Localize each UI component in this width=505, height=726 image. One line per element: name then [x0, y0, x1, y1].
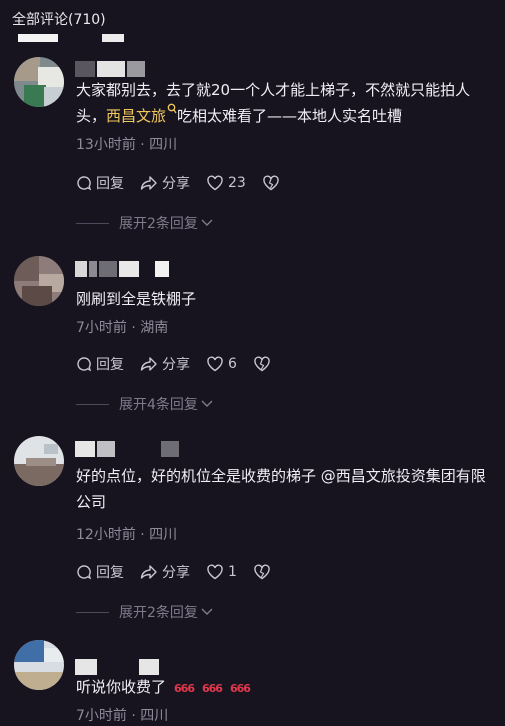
mention-link[interactable]: 西昌文旅: [106, 103, 177, 125]
share-icon: [140, 565, 157, 579]
avatar[interactable]: [14, 57, 64, 107]
dislike-button[interactable]: [262, 175, 284, 191]
like-count: 23: [228, 175, 246, 191]
share-button[interactable]: 分享: [140, 562, 190, 582]
expand-replies[interactable]: 展开4条回复: [76, 395, 214, 413]
emoji-666: 666: [201, 682, 223, 695]
avatar[interactable]: [14, 436, 64, 486]
avatar[interactable]: [14, 640, 64, 690]
broken-heart-icon: [254, 356, 270, 372]
comment-meta: 12小时前 · 四川: [76, 527, 178, 543]
heart-icon: [207, 175, 223, 191]
emoji-666: 666: [229, 682, 251, 695]
comment-text: 大家都别去，去了就20一个人才能上梯子，不然就只能拍人头，西昌文旅 吃相太难看了—…: [76, 81, 471, 125]
like-button[interactable]: 6: [206, 356, 237, 372]
broken-heart-icon: [263, 175, 279, 191]
search-icon: [167, 103, 177, 114]
heart-icon: [207, 564, 223, 580]
like-count: 1: [228, 564, 237, 580]
username-redacted: [75, 659, 161, 675]
reply-button[interactable]: 回复: [76, 562, 124, 582]
reply-button[interactable]: 回复: [76, 173, 124, 193]
comment-text: 好的点位，好的机位全是收费的梯子 @西昌文旅投资集团有限公司: [76, 467, 486, 511]
reply-button[interactable]: 回复: [76, 354, 124, 374]
reply-icon: [77, 357, 92, 372]
heart-icon: [207, 356, 223, 372]
emoji-666: 666: [174, 682, 195, 695]
comment-meta: 13小时前 · 四川: [76, 137, 178, 153]
chevron-down-icon: [201, 219, 213, 226]
dislike-button[interactable]: [253, 564, 275, 580]
username-redacted: [75, 261, 171, 277]
like-count: 6: [228, 356, 237, 372]
chevron-down-icon: [201, 608, 213, 615]
partial-avatar-top: [18, 30, 128, 46]
expand-replies[interactable]: 展开2条回复: [76, 603, 214, 621]
share-button[interactable]: 分享: [140, 354, 190, 374]
share-icon: [140, 176, 157, 190]
chevron-down-icon: [201, 400, 213, 407]
like-button[interactable]: 1: [206, 564, 237, 580]
share-button[interactable]: 分享: [140, 173, 190, 193]
avatar[interactable]: [14, 256, 64, 306]
dislike-button[interactable]: [253, 356, 275, 372]
reply-icon: [77, 176, 92, 191]
broken-heart-icon: [254, 564, 270, 580]
reply-icon: [77, 565, 92, 580]
like-button[interactable]: 23: [206, 175, 246, 191]
username-redacted: [75, 61, 147, 77]
username-redacted: [75, 441, 181, 457]
comment-text: 刚刷到全是铁棚子: [76, 290, 197, 308]
comment-meta: 7小时前 · 四川: [76, 708, 169, 724]
comment-meta: 7小时前 · 湖南: [76, 320, 169, 336]
comments-header: 全部评论(710): [12, 12, 106, 28]
comment-text: 听说你收费了 666 666 666: [76, 678, 251, 696]
share-icon: [140, 357, 157, 371]
expand-replies[interactable]: 展开2条回复: [76, 214, 214, 232]
